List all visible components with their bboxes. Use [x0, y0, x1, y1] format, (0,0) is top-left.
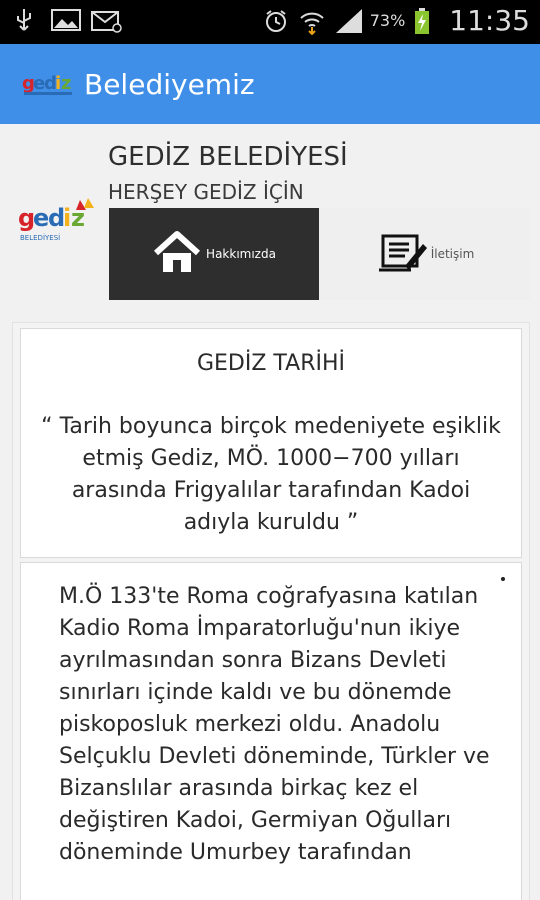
main-content: g e d i z BELEDİYESİ GEDİZ BELEDİYESİ HE…: [0, 124, 540, 900]
action-bar: g e d i z Belediyemiz: [0, 44, 540, 124]
contact-button[interactable]: İletişim: [319, 208, 530, 300]
svg-text:BELEDİYESİ: BELEDİYESİ: [20, 233, 60, 242]
municipality-logo-icon: g e d i z BELEDİYESİ: [18, 196, 102, 248]
contact-label: İletişim: [430, 247, 475, 261]
about-label: Hakkımızda: [206, 247, 276, 261]
app-logo-icon[interactable]: g e d i z: [22, 69, 78, 99]
gallery-icon: [50, 6, 81, 34]
app-title: Belediyemiz: [84, 67, 255, 101]
history-text: M.Ö 133'te Roma coğrafyasına katılan Kad…: [59, 584, 490, 865]
system-icons: 73% 11:35: [262, 4, 530, 37]
home-icon: [152, 229, 202, 279]
svg-text:e: e: [33, 204, 49, 232]
email-icon: [90, 6, 122, 34]
contact-form-icon: [375, 230, 427, 278]
history-summary-card: GEDİZ TARİHİ “ Tarih boyunca birçok mede…: [20, 328, 522, 558]
status-bar: 73% 11:35: [0, 0, 540, 44]
history-title: GEDİZ TARİHİ: [196, 351, 346, 376]
history-quote: “ Tarih boyunca birçok medeniyete eşikli…: [41, 414, 501, 535]
alarm-icon: [262, 7, 290, 35]
battery-charging-icon: [413, 7, 441, 35]
about-button[interactable]: Hakkımızda: [109, 208, 319, 300]
wifi-icon: [298, 7, 326, 35]
svg-text:i: i: [63, 204, 71, 232]
notification-icons: [10, 6, 122, 34]
svg-text:z: z: [61, 73, 71, 94]
slogan: HERŞEY GEDİZ İÇİN: [108, 180, 304, 204]
usb-icon: [10, 6, 38, 34]
signal-icon: [334, 7, 362, 35]
clock: 11:35: [449, 4, 530, 37]
organization-name: GEDİZ BELEDİYESİ: [108, 142, 348, 172]
history-detail-card[interactable]: M.Ö 133'te Roma coğrafyasına katılan Kad…: [20, 562, 522, 900]
battery-percent: 73%: [369, 11, 406, 30]
